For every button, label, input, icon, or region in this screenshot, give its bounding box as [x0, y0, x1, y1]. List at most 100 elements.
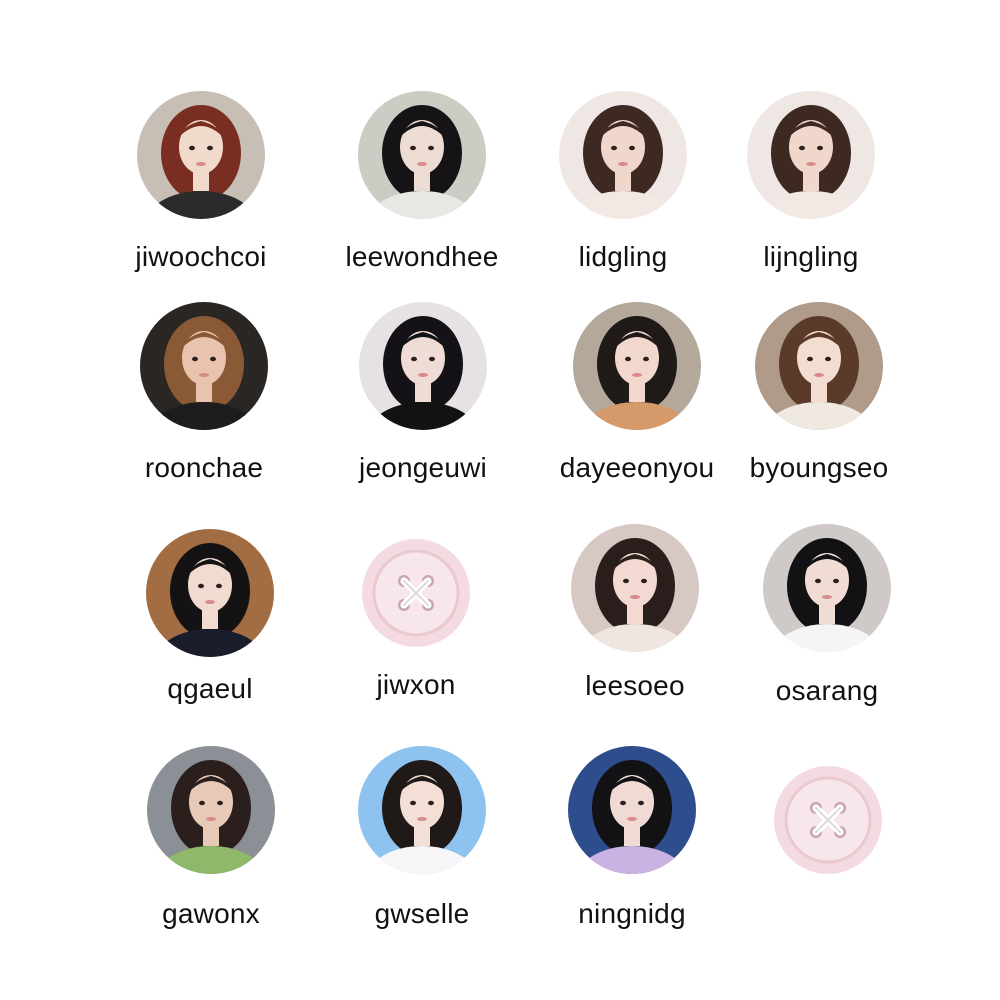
eye	[641, 578, 647, 584]
eye	[189, 145, 195, 151]
eye	[192, 356, 198, 362]
avatar[interactable]	[137, 91, 265, 219]
portrait-photo	[755, 302, 883, 430]
pink-button-icon	[764, 756, 892, 884]
eye	[620, 800, 626, 806]
avatar[interactable]	[352, 529, 480, 657]
eye	[638, 800, 644, 806]
profile-card[interactable]: gwselle	[322, 746, 522, 946]
lips	[806, 162, 816, 166]
eye	[198, 583, 204, 589]
portrait-photo	[147, 746, 275, 874]
profile-card[interactable]: jiwoochcoi	[101, 91, 301, 291]
lips	[618, 162, 628, 166]
profile-card[interactable]: roonchae	[104, 302, 304, 502]
avatar[interactable]	[755, 302, 883, 430]
portrait-photo	[140, 302, 268, 430]
profile-card[interactable]: lijngling	[711, 91, 911, 291]
lips	[417, 817, 427, 821]
portrait-photo	[763, 524, 891, 652]
eye	[429, 356, 435, 362]
eye	[625, 356, 631, 362]
pink-button-icon	[352, 529, 480, 657]
eye	[428, 145, 434, 151]
lips	[632, 373, 642, 377]
avatar[interactable]	[571, 524, 699, 652]
portrait-photo	[573, 302, 701, 430]
lips	[814, 373, 824, 377]
eye	[207, 145, 213, 151]
profile-card[interactable]: byoungseo	[719, 302, 919, 502]
lips	[206, 817, 216, 821]
avatar[interactable]	[764, 756, 892, 884]
lips	[199, 373, 209, 377]
eye	[807, 356, 813, 362]
eye	[799, 145, 805, 151]
avatar[interactable]	[763, 524, 891, 652]
eye	[217, 800, 223, 806]
username-label: osarang	[775, 675, 879, 706]
profile-card[interactable]: dayeeonyou	[537, 302, 737, 502]
username-label: dayeeonyou	[559, 452, 715, 483]
username-label: lidgling	[578, 241, 668, 272]
avatar[interactable]	[568, 746, 696, 874]
profile-card[interactable]: qgaeul	[110, 529, 310, 729]
lips	[417, 162, 427, 166]
profile-card[interactable]: gawonx	[111, 746, 311, 946]
profile-card[interactable]: jeongeuwi	[323, 302, 523, 502]
username-label: lijngling	[763, 241, 859, 272]
profile-card[interactable]: jiwxon	[316, 529, 516, 729]
username-label: jiwxon	[376, 669, 456, 700]
lips	[205, 600, 215, 604]
username-label: leesoeo	[585, 670, 685, 701]
username-label: ningnidg	[578, 898, 686, 929]
portrait-photo	[568, 746, 696, 874]
eye	[825, 356, 831, 362]
eye	[629, 145, 635, 151]
avatar[interactable]	[358, 91, 486, 219]
username-label: qgaeul	[167, 673, 253, 704]
eye	[817, 145, 823, 151]
profile-card[interactable]: ningnidg	[532, 746, 732, 946]
eye	[410, 145, 416, 151]
eye	[815, 578, 821, 584]
profile-card[interactable]: lidgling	[523, 91, 723, 291]
portrait-photo	[359, 302, 487, 430]
profile-card[interactable]: leewondhee	[322, 91, 522, 291]
eye	[611, 145, 617, 151]
portrait-photo	[559, 91, 687, 219]
username-label: jeongeuwi	[359, 452, 487, 483]
avatar[interactable]	[146, 529, 274, 657]
username-label: byoungseo	[749, 452, 889, 483]
username-label: gwselle	[374, 898, 470, 929]
username-label: roonchae	[144, 452, 264, 483]
avatar[interactable]	[147, 746, 275, 874]
profile-card[interactable]	[728, 756, 928, 956]
eye	[623, 578, 629, 584]
avatar[interactable]	[358, 746, 486, 874]
portrait-photo	[358, 91, 486, 219]
eye	[833, 578, 839, 584]
username-label: jiwoochcoi	[135, 241, 267, 272]
lips	[418, 373, 428, 377]
profile-card[interactable]: osarang	[727, 524, 927, 724]
avatar[interactable]	[559, 91, 687, 219]
eye	[411, 356, 417, 362]
username-label: gawonx	[162, 898, 260, 929]
avatar[interactable]	[359, 302, 487, 430]
avatar[interactable]	[140, 302, 268, 430]
lips	[630, 595, 640, 599]
profile-card[interactable]: leesoeo	[535, 524, 735, 724]
username-label: leewondhee	[345, 241, 499, 272]
portrait-photo	[358, 746, 486, 874]
lips	[627, 817, 637, 821]
eye	[643, 356, 649, 362]
avatar[interactable]	[747, 91, 875, 219]
avatar[interactable]	[573, 302, 701, 430]
portrait-photo	[747, 91, 875, 219]
portrait-photo	[146, 529, 274, 657]
portrait-photo	[137, 91, 265, 219]
lips	[196, 162, 206, 166]
eye	[428, 800, 434, 806]
eye	[210, 356, 216, 362]
